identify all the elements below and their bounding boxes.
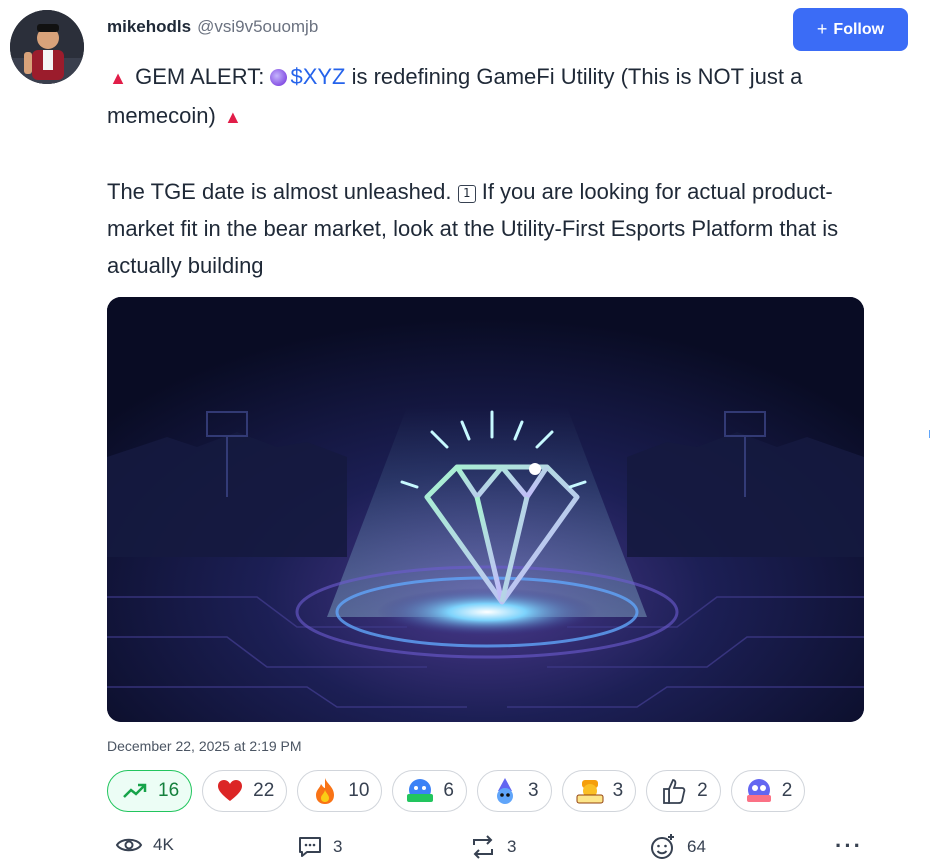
comment-button[interactable]: 3 bbox=[297, 835, 342, 859]
reaction-fire[interactable]: 10 bbox=[297, 770, 383, 812]
glowing-diamond-illustration bbox=[107, 297, 864, 722]
hodl-sticker-icon bbox=[405, 776, 435, 806]
reaction-wizard[interactable]: 3 bbox=[477, 770, 552, 812]
repost-count: 3 bbox=[507, 837, 517, 856]
follow-button[interactable]: + Follow bbox=[793, 8, 908, 51]
wizard-sticker-icon bbox=[490, 776, 520, 806]
reaction-count: 2 bbox=[781, 780, 793, 801]
post-image[interactable] bbox=[107, 297, 864, 722]
plus-icon: + bbox=[816, 19, 828, 39]
add-reaction-button[interactable]: 64 bbox=[649, 833, 706, 861]
add-emoji-icon bbox=[651, 834, 674, 859]
author-name[interactable]: mikehodls bbox=[107, 17, 191, 37]
post-paragraph-1: ▲ GEM ALERT: $XYZ is redefining GameFi U… bbox=[107, 58, 877, 136]
reaction-count: 10 bbox=[348, 780, 370, 801]
post-body: ▲ GEM ALERT: $XYZ is redefining GameFi U… bbox=[107, 58, 877, 284]
reaction-hodl[interactable]: 6 bbox=[392, 770, 467, 812]
siren-emoji-icon: ▲ bbox=[224, 107, 242, 127]
repost-icon bbox=[473, 835, 493, 859]
post-paragraph-2: The TGE date is almost unleashed. 1 If y… bbox=[107, 173, 877, 284]
fomo-sticker-icon bbox=[744, 776, 774, 806]
reaction-fomo[interactable]: 2 bbox=[730, 770, 806, 812]
trending-up-icon bbox=[120, 776, 150, 806]
reaction-heart[interactable]: 22 bbox=[202, 770, 288, 812]
heart-icon bbox=[215, 776, 245, 806]
coin-emoji-icon bbox=[270, 69, 288, 86]
avatar[interactable] bbox=[10, 10, 84, 84]
reaction-count: 3 bbox=[612, 780, 624, 801]
author-header: mikehodls @vsi9v5ouomjb bbox=[107, 17, 318, 37]
cashtag-link[interactable]: $XYZ bbox=[290, 64, 345, 89]
comment-count: 3 bbox=[333, 837, 343, 856]
tge-text: The TGE date is almost unleashed. bbox=[107, 179, 452, 204]
comment-icon bbox=[299, 837, 321, 857]
reaction-total-count: 64 bbox=[687, 837, 706, 856]
views-count: 4K bbox=[153, 835, 174, 854]
reaction-trending[interactable]: 16 bbox=[107, 770, 193, 812]
repost-button[interactable]: 3 bbox=[469, 835, 516, 859]
post-action-bar: 4K 3 3 64 ··· bbox=[107, 833, 867, 863]
more-options-icon[interactable]: ··· bbox=[835, 833, 863, 859]
views-stat[interactable]: 4K bbox=[115, 835, 174, 855]
post-timestamp[interactable]: December 22, 2025 at 2:19 PM bbox=[107, 738, 302, 754]
author-handle[interactable]: @vsi9v5ouomjb bbox=[197, 17, 318, 37]
reaction-count: 22 bbox=[253, 780, 275, 801]
reaction-count: 3 bbox=[528, 780, 539, 801]
avatar-character-icon bbox=[10, 10, 84, 84]
reaction-count: 16 bbox=[158, 780, 180, 801]
siren-emoji-icon: ▲ bbox=[109, 68, 127, 88]
reaction-bar: 16 22 10 6 3 3 2 2 bbox=[107, 770, 806, 812]
follow-label: Follow bbox=[833, 20, 885, 38]
thumbs-up-icon bbox=[659, 776, 689, 806]
reaction-thumbs-up[interactable]: 2 bbox=[646, 770, 721, 812]
gem-alert-text: GEM ALERT: bbox=[135, 64, 265, 89]
buidl-sticker-icon bbox=[575, 776, 605, 806]
eye-icon bbox=[115, 838, 143, 852]
fire-icon bbox=[310, 776, 340, 806]
keycap-one-emoji-icon: 1 bbox=[457, 185, 476, 203]
reaction-count: 6 bbox=[443, 780, 454, 801]
reaction-count: 2 bbox=[697, 780, 708, 801]
reaction-buidl[interactable]: 3 bbox=[561, 770, 637, 812]
